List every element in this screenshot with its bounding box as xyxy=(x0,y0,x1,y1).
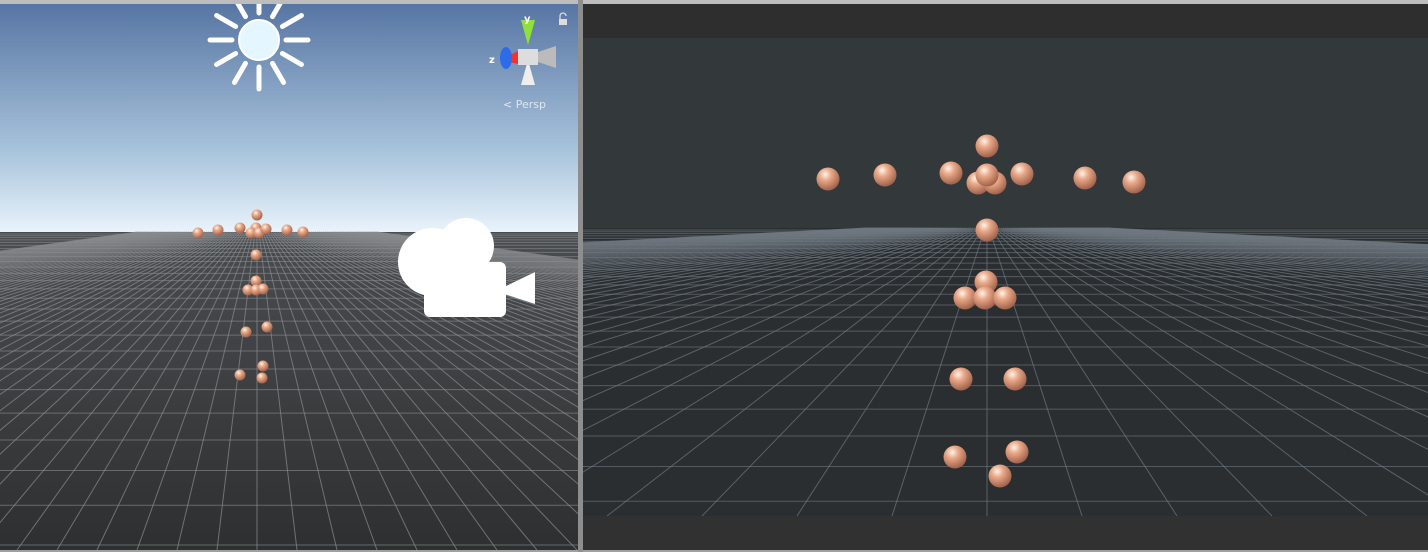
sphere xyxy=(949,367,973,391)
sphere xyxy=(975,218,999,242)
gizmo-center xyxy=(518,49,538,65)
sphere xyxy=(975,134,999,158)
sphere xyxy=(234,369,246,381)
sphere xyxy=(281,224,293,236)
gizmo-y-label: y xyxy=(524,14,531,25)
game-canvas xyxy=(583,4,1428,550)
scene-view[interactable]: y z < Persp xyxy=(0,4,578,550)
sphere xyxy=(297,226,309,238)
sphere xyxy=(816,167,840,191)
sphere xyxy=(240,326,252,338)
sphere xyxy=(973,286,997,310)
projection-toggle[interactable]: < Persp xyxy=(503,98,546,111)
game-view xyxy=(583,4,1428,550)
sphere xyxy=(993,286,1017,310)
sun-core xyxy=(238,19,280,61)
sphere xyxy=(1073,166,1097,190)
lock-body xyxy=(559,19,567,25)
projection-label: Persp xyxy=(515,98,546,111)
camera-body xyxy=(424,262,506,317)
sphere xyxy=(261,321,273,333)
sphere xyxy=(192,227,204,239)
sphere xyxy=(251,209,263,221)
sphere xyxy=(1122,170,1146,194)
sphere xyxy=(873,163,897,187)
sphere xyxy=(1005,440,1029,464)
sphere xyxy=(250,249,262,261)
sphere xyxy=(953,286,977,310)
sphere xyxy=(257,360,269,372)
sphere xyxy=(988,464,1012,488)
letterbox-bottom xyxy=(583,516,1428,550)
scene-canvas[interactable] xyxy=(0,4,578,550)
sphere xyxy=(939,161,963,185)
sphere xyxy=(257,283,269,295)
sphere xyxy=(256,372,268,384)
sphere xyxy=(260,223,272,235)
gizmo-z-label: z xyxy=(489,55,495,66)
sphere xyxy=(1010,162,1034,186)
letterbox-top xyxy=(583,4,1428,38)
sphere xyxy=(943,445,967,469)
game-sky xyxy=(583,38,1428,228)
sphere xyxy=(975,163,999,187)
sphere xyxy=(234,222,246,234)
sphere xyxy=(212,224,224,236)
sphere xyxy=(1003,367,1027,391)
gizmo-z xyxy=(500,47,512,69)
